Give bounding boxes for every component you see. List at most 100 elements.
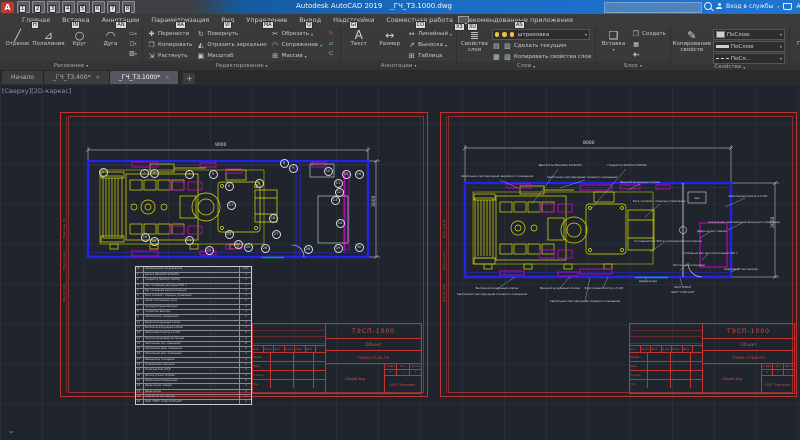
rotate-button[interactable]: ↻Повернуть	[196, 29, 266, 39]
table-button[interactable]: ⊞Таблица	[407, 51, 452, 61]
account-icon[interactable]	[716, 3, 722, 9]
erase-button[interactable]: ✎	[326, 29, 336, 38]
color-swatch-icon	[716, 31, 725, 38]
rectangle-button[interactable]: ▭▾	[128, 29, 138, 38]
panel-label-modify[interactable]: Редактирование▾	[143, 61, 340, 70]
linear-dim-icon: ↔	[407, 30, 416, 38]
panel-modify: ✚Перенести ❐Копировать ⇲Растянуть ↻Повер…	[143, 27, 341, 70]
layer-on-icon[interactable]	[495, 32, 500, 37]
chevron-down-icon: ▾	[777, 4, 779, 9]
panel-label-groups[interactable]: Группы▾	[790, 61, 800, 70]
hatch-button[interactable]: ▨▾	[128, 49, 138, 58]
block-attributes-button[interactable]: ◈▾	[631, 50, 641, 59]
panel-label-block[interactable]: Блок▾	[596, 61, 670, 70]
insert-block-button[interactable]: ❑Вставка▾	[600, 29, 627, 52]
ribbon-tab[interactable]: Параметризация RA	[145, 14, 215, 27]
qat-button[interactable]: 7	[107, 1, 120, 13]
ribbon-tab[interactable]: Вставка IN	[56, 14, 96, 27]
color-dropdown[interactable]: ПоСлою▾	[713, 29, 785, 40]
panel-label-annotation[interactable]: Аннотации▾	[341, 61, 456, 70]
document-title: _ГЧ_ТЗ.1000.dwg	[390, 2, 452, 10]
sign-in-button[interactable]: Вход в службы	[726, 3, 773, 10]
autodesk-a-icon[interactable]: A	[796, 3, 800, 10]
create-block-button[interactable]: ❒Создать	[631, 29, 666, 39]
line-button[interactable]: ╱Отрезок	[4, 29, 31, 48]
keytip-badge: GI	[349, 21, 358, 29]
titleblock-object: Объект	[326, 339, 421, 351]
polyline-button[interactable]: ⊿Полилиния	[35, 29, 62, 48]
qat-button[interactable]: 6	[92, 1, 105, 13]
ellipse-button[interactable]: ◻▾	[128, 39, 138, 48]
lineweight-dropdown[interactable]: ПоСлою▾	[713, 41, 785, 52]
qat-button[interactable]: 4	[62, 1, 75, 13]
move-button[interactable]: ✚Перенести	[147, 29, 192, 39]
file-tab-400[interactable]: _ГЧ_ТЗ.400*✕	[44, 71, 110, 84]
ribbon-tab[interactable]: Аннотации AN	[96, 14, 146, 27]
chevron-down-icon: ▾	[86, 63, 88, 68]
mirror-button[interactable]: ◭Отразить зеркально	[196, 40, 266, 50]
match-layer-button[interactable]: ▦▧Копировать свойства слоя	[492, 52, 591, 62]
app-store-icon[interactable]	[783, 3, 792, 10]
ribbon-tab[interactable]: Совместная работа CO	[380, 14, 459, 27]
block-editor-button[interactable]: ▦	[631, 40, 641, 49]
table-row: 10 Вводной воздушный клапан 2	[136, 320, 251, 325]
close-icon[interactable]: ✕	[165, 75, 169, 81]
qat-button[interactable]: 2	[32, 1, 45, 13]
ribbon-tab[interactable]: Вывод Q	[293, 14, 327, 27]
linear-dim-button[interactable]: ↔Линейный▾	[407, 29, 452, 39]
panel-label-draw[interactable]: Рисование▾	[0, 61, 142, 70]
scale-icon: ▣	[196, 52, 205, 60]
stretch-button[interactable]: ⇲Растянуть	[147, 51, 192, 61]
layer-properties-button[interactable]: ≣Свойства слоя	[461, 29, 488, 54]
chevron-down-icon: ▾	[266, 63, 268, 68]
help-search[interactable]	[604, 2, 702, 13]
offset-button[interactable]: ⊂	[326, 49, 336, 58]
rotate-icon: ↻	[196, 30, 205, 38]
app-menu-button[interactable]: A	[1, 2, 14, 13]
fillet-button[interactable]: ◠Сопряжение▾	[271, 40, 323, 50]
qat-button[interactable]: 8	[122, 1, 135, 13]
circle-button[interactable]: ○Круг	[66, 29, 93, 48]
panel-label-layers[interactable]: Слои▾	[457, 62, 595, 70]
ribbon-tab[interactable]: Главная H	[16, 14, 56, 27]
table-row: 20 Датчик утечки топлива 1	[136, 373, 251, 378]
file-tab-1000[interactable]: _ГЧ_ТЗ.1000*✕	[110, 71, 180, 84]
explode-button[interactable]: ▱	[326, 39, 336, 48]
viewport-controls[interactable]: [Сверху][2D-каркас]	[2, 87, 71, 95]
new-drawing-button[interactable]: +	[183, 73, 195, 84]
linetype-dropdown[interactable]: ПоСл...▾	[713, 53, 785, 64]
text-button[interactable]: АТекст	[345, 29, 372, 48]
leader-button[interactable]: ↗Выноска▾	[407, 40, 452, 50]
layer-lock-icon[interactable]	[510, 32, 515, 37]
ribbon-tab[interactable]: Надстройки GI	[327, 14, 380, 27]
search-icon[interactable]	[704, 2, 712, 10]
qat-button[interactable]: 1	[17, 1, 30, 13]
layer-prev-icon: ▧	[503, 53, 512, 61]
linetype-icon	[716, 58, 729, 59]
arc-button[interactable]: ◠Дуга	[97, 29, 124, 48]
trim-button[interactable]: ✂Обрезать▾	[271, 29, 323, 39]
copy-button[interactable]: ❐Копировать	[147, 40, 192, 50]
array-button[interactable]: ⊞Массив▾	[271, 51, 323, 61]
chevron-down-icon: ▾	[780, 56, 782, 61]
layer-freeze-icon[interactable]	[502, 32, 507, 37]
search-input[interactable]	[605, 5, 701, 11]
layer-dropdown[interactable]: штриховка ▾	[492, 29, 590, 40]
file-tab-start[interactable]: Начало	[2, 71, 44, 84]
qat-button[interactable]: 3	[47, 1, 60, 13]
titleblock-doc-number: ТЭ000-СТ-00-ОЧ	[326, 351, 421, 364]
qat-button[interactable]: 5	[77, 1, 90, 13]
ribbon-tab[interactable]: Управление MA	[240, 14, 293, 27]
titleblock-slr-label: Стадия	[762, 364, 773, 369]
keytip-badge: XU	[467, 23, 478, 31]
scale-button[interactable]: ▣Масштаб	[196, 51, 266, 61]
ribbon-tab[interactable]: Вид VI	[215, 14, 240, 27]
make-current-button[interactable]: ▤▥Сделать текущим	[492, 41, 591, 51]
dimension-button[interactable]: ↔Размер	[376, 29, 403, 48]
titleblock-object: Объект	[703, 339, 794, 351]
group-button[interactable]: ▣Группа	[794, 29, 800, 48]
fillet-icon: ◠	[271, 41, 280, 49]
close-icon[interactable]: ✕	[96, 75, 100, 81]
window-title: Autodesk AutoCAD 2019 _ГЧ_ТЗ.1000.dwg	[296, 2, 452, 10]
match-properties-button[interactable]: ✎Копирование свойств	[675, 29, 709, 54]
